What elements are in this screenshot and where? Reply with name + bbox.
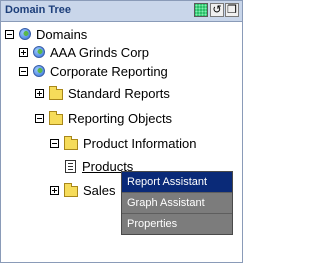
tree-node-corporate-reporting[interactable]: Corporate Reporting xyxy=(19,62,168,80)
tree-label: Product Information xyxy=(83,135,197,151)
expand-icon[interactable] xyxy=(19,47,28,57)
menu-item-properties[interactable]: Properties xyxy=(122,214,232,234)
globe-icon xyxy=(19,28,31,40)
panel-title: Domain Tree xyxy=(5,4,72,16)
tree-node-sales[interactable]: Sales xyxy=(50,181,116,199)
report-icon xyxy=(65,159,76,173)
tree-node-domains[interactable]: Domains xyxy=(5,25,87,43)
tree-node-reporting-objects[interactable]: Reporting Objects xyxy=(35,109,172,127)
tree-node-product-information[interactable]: Product Information xyxy=(50,134,196,152)
collapse-icon[interactable] xyxy=(19,66,28,76)
collapse-icon[interactable] xyxy=(5,29,14,39)
collapse-icon[interactable] xyxy=(35,113,44,123)
tree-label: Domains xyxy=(36,26,88,42)
green-status-icon[interactable] xyxy=(194,3,208,17)
expand-icon[interactable] xyxy=(35,88,44,98)
folder-icon xyxy=(64,182,78,197)
expand-icon[interactable] xyxy=(50,185,59,195)
folder-icon xyxy=(49,85,63,100)
window-icon[interactable]: ❐ xyxy=(225,3,239,17)
tree-node-standard-reports[interactable]: Standard Reports xyxy=(35,84,170,102)
menu-item-report-assistant[interactable]: Report Assistant xyxy=(122,172,232,193)
panel-header: Domain Tree ↺ ❐ xyxy=(1,1,242,22)
menu-item-graph-assistant[interactable]: Graph Assistant xyxy=(122,193,232,214)
context-menu: Report Assistant Graph Assistant Propert… xyxy=(121,171,233,235)
globe-icon xyxy=(33,65,45,77)
tree-label: Sales xyxy=(83,182,116,198)
folder-icon xyxy=(64,135,78,150)
tree-label: AAA Grinds Corp xyxy=(50,44,149,60)
tree-label: Reporting Objects xyxy=(68,110,173,126)
collapse-icon[interactable] xyxy=(50,138,59,148)
refresh-icon[interactable]: ↺ xyxy=(210,3,224,17)
folder-icon xyxy=(49,110,63,125)
globe-icon xyxy=(33,46,45,58)
tree-label: Standard Reports xyxy=(68,85,170,101)
tree-label: Corporate Reporting xyxy=(50,63,168,79)
tree-node-aaa-grinds-corp[interactable]: AAA Grinds Corp xyxy=(19,43,149,61)
